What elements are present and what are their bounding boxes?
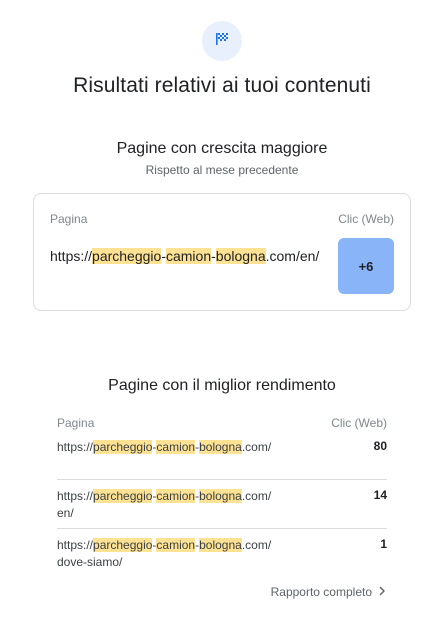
growth-card: Pagina Clic (Web) https://parcheggio-cam… — [33, 193, 411, 311]
url-keyword-highlight: camion — [156, 538, 196, 552]
url-suffix: .com/ — [241, 440, 272, 454]
page-url-link[interactable]: https://parcheggio-camion-bologna.com/en… — [57, 488, 273, 522]
url-prefix: https:// — [57, 489, 94, 503]
top-col-page: Pagina — [57, 416, 95, 430]
full-report-label: Rapporto completo — [270, 585, 372, 599]
url-keyword-highlight: camion — [156, 440, 196, 454]
growth-section-title: Pagine con crescita maggiore — [116, 140, 328, 157]
url-keyword-highlight: bologna — [199, 538, 242, 552]
chevron-right-icon — [378, 585, 386, 599]
flag-icon — [214, 31, 230, 52]
page-title: Risultati relativi ai tuoi contenuti — [73, 74, 371, 97]
full-report-link[interactable]: Rapporto completo — [271, 585, 386, 599]
url-keyword-highlight: camion — [156, 489, 196, 503]
url-prefix: https:// — [50, 248, 93, 264]
top-section-title: Pagine con il miglior rendimento — [108, 377, 336, 394]
url-keyword-highlight: parcheggio — [93, 440, 153, 454]
url-keyword-highlight: parcheggio — [93, 489, 153, 503]
top-col-clicks: Clic (Web) — [331, 416, 387, 430]
page-url-link[interactable]: https://parcheggio-camion-bologna.com/do… — [57, 537, 273, 571]
clicks-value: 1 — [380, 537, 387, 551]
table-row: https://parcheggio-camion-bologna.com/en… — [57, 480, 387, 529]
url-keyword-highlight: bologna — [199, 489, 242, 503]
clicks-value: 14 — [373, 488, 387, 502]
growth-col-page: Pagina — [50, 212, 88, 226]
clicks-delta-badge: +6 — [338, 238, 394, 294]
url-keyword-highlight: bologna — [215, 248, 266, 264]
url-keyword-highlight: parcheggio — [93, 538, 153, 552]
url-keyword-highlight: parcheggio — [92, 248, 162, 264]
clicks-value: 80 — [373, 439, 387, 453]
url-prefix: https:// — [57, 538, 94, 552]
url-keyword-highlight: camion — [165, 248, 212, 264]
page-url-link[interactable]: https://parcheggio-camion-bologna.com/ — [57, 439, 273, 456]
table-row: https://parcheggio-camion-bologna.com/do… — [57, 529, 387, 578]
growth-page-url[interactable]: https://parcheggio-camion-bologna.com/en… — [50, 246, 322, 266]
url-prefix: https:// — [57, 440, 94, 454]
flag-badge — [202, 21, 242, 61]
url-suffix: .com/en/ — [265, 248, 320, 264]
growth-col-clicks: Clic (Web) — [338, 212, 394, 226]
table-row: https://parcheggio-camion-bologna.com/ 8… — [57, 431, 387, 480]
url-keyword-highlight: bologna — [199, 440, 242, 454]
growth-section-subtitle: Rispetto al mese precedente — [145, 163, 299, 177]
top-pages-table: https://parcheggio-camion-bologna.com/ 8… — [57, 431, 387, 578]
